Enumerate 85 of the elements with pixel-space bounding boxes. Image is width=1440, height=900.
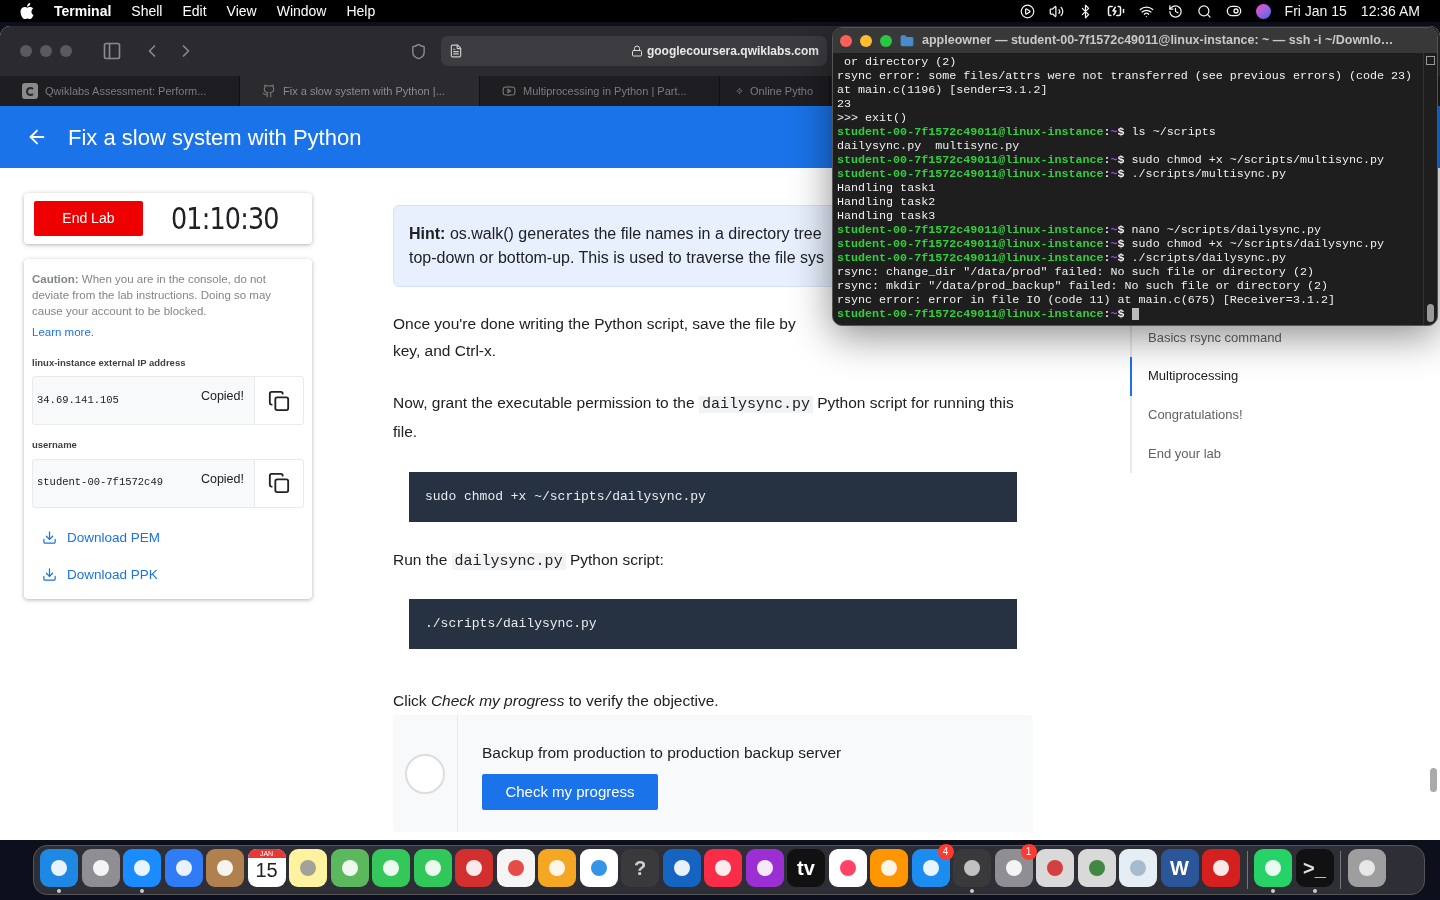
wifi-icon[interactable]	[1138, 3, 1154, 19]
dock-app[interactable]	[123, 847, 161, 893]
page-title: Fix a slow system with Python	[68, 123, 362, 152]
terminal-line: student-00-7f1572c49011@linux-instance:~$ ls ~/scripts	[837, 125, 1216, 139]
terminal-line: student-00-7f1572c49011@linux-instance:~$	[837, 307, 1139, 321]
badge: 4	[937, 843, 954, 860]
terminal-line: Handling task3	[837, 209, 936, 223]
folder-icon	[900, 33, 914, 48]
download-icon	[42, 567, 57, 583]
toc-item[interactable]: Multiprocessing	[1130, 356, 1425, 396]
paragraph: Click Check my progress to verify the objective.	[393, 691, 720, 711]
code-text: ./scripts/dailysync.py	[425, 615, 597, 634]
scrollbar[interactable]	[1430, 768, 1437, 792]
hint-text: Hint: os.walk() generates the file names in a directory tree	[409, 224, 822, 244]
terminal-scrollbar[interactable]	[1423, 53, 1437, 325]
terminal-line: rsync: change_dir "/data/prod" failed: No such file or directory (2)	[837, 265, 1314, 279]
terminal-line: rsync: mkdir "/data/prod_backup" failed: No such file or directory (2)	[837, 279, 1328, 293]
lock-icon	[630, 45, 643, 57]
terminal-line: student-00-7f1572c49011@linux-instance:~$ nano ~/scripts/dailysync.py	[837, 223, 1321, 237]
check-progress-button[interactable]: Check my progress	[482, 774, 658, 811]
sidebar-icon[interactable]	[102, 41, 122, 61]
terminal-line: dailysync.py multisync.py	[837, 139, 1020, 153]
field-label: username	[32, 438, 78, 453]
toc-item[interactable]: End your lab	[1130, 434, 1425, 473]
menu-time[interactable]: 12:36 AM	[1360, 0, 1420, 22]
field-label: linux-instance external IP address	[32, 356, 187, 370]
apple-icon[interactable]	[20, 3, 34, 19]
menu-item[interactable]: Terminal	[54, 0, 112, 22]
browser-tab[interactable]: Fix a slow system with Python |...	[240, 76, 480, 106]
end-lab-button[interactable]: End Lab	[34, 201, 143, 236]
objective-text: Backup from production to production backup server	[482, 743, 842, 763]
dock-app[interactable]	[1254, 847, 1292, 893]
zoom-button[interactable]	[880, 34, 892, 47]
siri-icon[interactable]	[1255, 3, 1271, 19]
download-link[interactable]: Download PEM	[42, 527, 304, 548]
caution-text: Caution: When you are in the console, do not deviate from the lab instructions. Doing so may cause your account to be blocked.	[32, 272, 273, 319]
paragraph: Now, grant the executable permission to the dailysync.py Python script for running this file.	[393, 393, 1015, 442]
site-icon	[262, 84, 276, 98]
paragraph-line: key, and Ctrl-x.	[393, 341, 497, 361]
address-bar[interactable]: googlecoursera.qwiklabs.com	[441, 36, 827, 66]
menu-item[interactable]: Window	[276, 0, 327, 22]
paragraph: Run the dailysync.py Python script:	[393, 550, 665, 572]
terminal-line: >>> exit()	[837, 111, 908, 125]
clock-icon[interactable]	[1167, 3, 1183, 19]
terminal-line: or directory (2)	[843, 55, 957, 69]
terminal-line: rsync error: error in file IO (code 11) at main.c(675) [Receiver=3.1.2]	[837, 293, 1335, 307]
control-center-icon[interactable]	[1225, 3, 1242, 19]
paragraph-line: Once you're done writing the Python script, save the file by	[393, 314, 796, 334]
menu-icon[interactable]	[1426, 56, 1435, 65]
scroll-thumb[interactable]	[1427, 304, 1434, 322]
menu-item[interactable]: View	[226, 0, 257, 22]
terminal-line: at main.c(1196) [sender=3.1.2]	[837, 83, 1048, 97]
terminal-line: student-00-7f1572c49011@linux-instance:~$ sudo chmod +x ~/scripts/multisync.py	[837, 153, 1385, 167]
hint-text: top-down or bottom-up. This is used to traverse the file sys	[409, 248, 824, 268]
dock-app[interactable]	[953, 847, 991, 893]
badge: 1	[1020, 843, 1037, 860]
toc-item[interactable]: Congratulations!	[1130, 395, 1425, 435]
terminal-line: student-00-7f1572c49011@linux-instance:~$ sudo chmod +x ~/scripts/dailysync.py	[837, 237, 1385, 251]
terminal-line: 23	[837, 97, 852, 111]
terminal-title: appleowner — student-00-7f1572c49011@linux-instance: ~ — ssh -i ~/Downlo…	[922, 32, 1394, 50]
learn-more-link[interactable]: Learn more.	[32, 326, 94, 338]
menu-item[interactable]: Help	[346, 0, 376, 22]
menu-item[interactable]: Edit	[182, 0, 207, 22]
terminal-line: student-00-7f1572c49011@linux-instance:~$ ./scripts/dailysync.py	[837, 251, 1286, 265]
terminal-line: student-00-7f1572c49011@linux-instance:~$ ./scripts/multisync.py	[837, 167, 1286, 181]
url-text: googlecoursera.qwiklabs.com	[646, 43, 819, 60]
menu-date[interactable]: Fri Jan 15	[1284, 0, 1347, 22]
terminal-line: rsync error: some files/attrs were not transferred (see previous errors) (code 23)	[837, 69, 1413, 83]
terminal-line: Handling task1	[837, 181, 936, 195]
play-icon[interactable]	[1019, 3, 1035, 19]
dock-app[interactable]	[40, 847, 78, 893]
shield-icon[interactable]	[410, 42, 427, 60]
timer: 01:10:30	[170, 199, 279, 239]
volume-icon[interactable]	[1048, 3, 1064, 19]
search-icon[interactable]	[1196, 3, 1212, 19]
reader-icon[interactable]	[449, 44, 463, 58]
video-icon	[502, 84, 516, 98]
download-icon	[42, 530, 57, 546]
terminal-line: Handling task2	[837, 195, 936, 209]
close-button[interactable]	[840, 34, 852, 47]
minimize-button[interactable]	[860, 34, 872, 47]
code-text: sudo chmod +x ~/scripts/dailysync.py	[425, 488, 706, 507]
download-link[interactable]: Download PPK	[42, 564, 304, 585]
c-logo-icon	[22, 83, 38, 99]
menu-item[interactable]: Shell	[131, 0, 163, 22]
